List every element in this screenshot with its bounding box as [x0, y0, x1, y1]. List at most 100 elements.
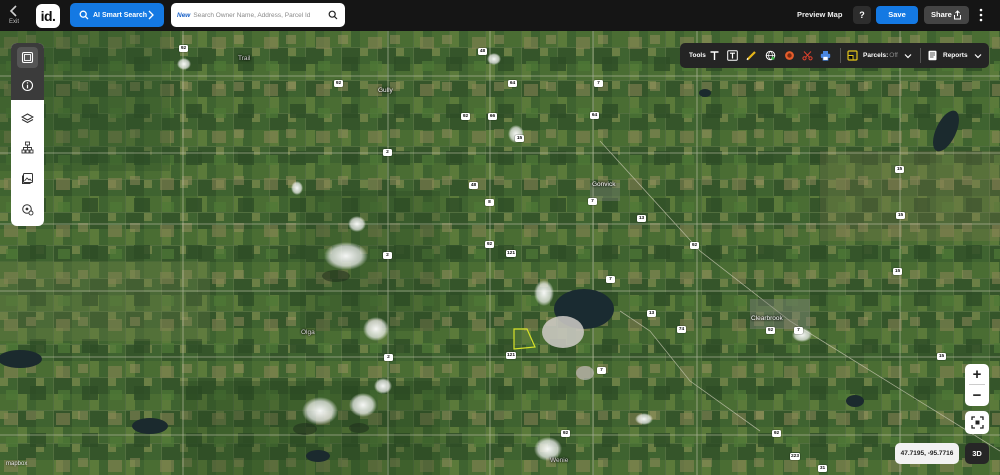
highway-shield: 121	[506, 352, 517, 359]
left-tool-rail	[11, 43, 44, 226]
highway-shield: 15	[896, 212, 905, 219]
search-icon[interactable]	[328, 10, 338, 20]
save-button[interactable]: Save	[876, 6, 918, 24]
scissors-icon	[802, 51, 813, 61]
hierarchy-button[interactable]	[17, 137, 38, 158]
reports-icon	[928, 50, 937, 61]
highway-shield: 2	[383, 149, 392, 156]
image-gallery-icon	[22, 173, 33, 184]
highway-shield: 15	[937, 353, 946, 360]
mapbox-attribution[interactable]: mapbox	[6, 461, 27, 467]
highway-shield: 92	[485, 241, 494, 248]
layers-button[interactable]	[17, 108, 38, 129]
reports-label: Reports	[943, 52, 968, 59]
text-icon	[710, 51, 719, 60]
satellite-map[interactable]: Gully Gonvick Clearbrook Trail Olga Weni…	[0, 31, 1000, 475]
exit-button[interactable]: Exit	[4, 3, 24, 29]
highway-shield: 92	[772, 430, 781, 437]
toolbar-divider	[920, 48, 921, 63]
parcels-toggle[interactable]: Parcels: Off	[847, 43, 912, 68]
text-box-icon	[727, 50, 738, 61]
highway-shield: 2	[383, 252, 392, 259]
place-label: Gonvick	[592, 181, 616, 188]
highway-shield: 92	[690, 242, 699, 249]
highway-shield: 8	[485, 199, 494, 206]
highway-shield: 7	[606, 276, 615, 283]
share-icon	[954, 10, 961, 20]
more-options-icon[interactable]	[977, 7, 985, 23]
highway-shield: 92	[334, 80, 343, 87]
focus-frame-icon	[970, 416, 984, 429]
highway-shield: 92	[179, 45, 188, 52]
new-badge: New	[177, 11, 191, 19]
satellite-imagery	[0, 31, 1000, 475]
reports-menu[interactable]: Reports	[927, 43, 982, 68]
image-gallery-button[interactable]	[17, 168, 38, 189]
cut-tool[interactable]	[802, 43, 813, 68]
ai-smart-search-label: AI Smart Search	[93, 11, 148, 19]
highway-shield: 48	[478, 48, 487, 55]
text-box-tool[interactable]	[727, 43, 738, 68]
place-label: Olga	[301, 329, 315, 336]
globe-measure-icon	[765, 50, 776, 61]
share-button[interactable]: Share	[924, 6, 969, 24]
highway-shield: 31	[818, 465, 827, 472]
layout-button[interactable]	[17, 47, 38, 68]
logo[interactable]: id.	[36, 4, 60, 28]
highway-shield: 15	[515, 135, 524, 142]
zoom-in-button[interactable]: +	[965, 364, 989, 385]
pencil-icon	[746, 51, 756, 61]
chevron-down-icon	[974, 53, 981, 58]
highway-shield: 121	[506, 250, 517, 257]
text-tool[interactable]	[709, 43, 720, 68]
location-settings-button[interactable]	[17, 199, 38, 220]
coordinate-readout: 47.7195, -95.7716	[895, 443, 959, 464]
highway-shield: 92	[561, 430, 570, 437]
help-button[interactable]: ?	[853, 6, 871, 24]
toolbar-divider	[840, 48, 841, 63]
parcels-label: Parcels:	[863, 52, 889, 59]
preview-map-button[interactable]: Preview Map	[797, 10, 842, 19]
layers-icon	[21, 113, 34, 124]
zoom-divider	[969, 384, 985, 385]
chevron-left-icon	[9, 5, 17, 17]
place-label: Trail	[238, 55, 251, 62]
info-icon	[21, 79, 34, 92]
draw-line-tool[interactable]	[746, 43, 757, 68]
info-button[interactable]	[17, 75, 38, 96]
highway-shield: 7	[597, 367, 606, 374]
radius-tool[interactable]	[784, 43, 795, 68]
place-label: Wenie	[550, 457, 569, 464]
zoom-out-button[interactable]: −	[965, 385, 989, 406]
highway-shield: 15	[893, 268, 902, 275]
highway-shield: 92	[766, 327, 775, 334]
place-label: Clearbrook	[751, 315, 783, 322]
highway-shield: 2	[384, 354, 393, 361]
highway-shield: 48	[469, 182, 478, 189]
ai-smart-search-button[interactable]: AI Smart Search	[70, 3, 164, 27]
layout-icon	[21, 51, 34, 64]
tools-label: Tools	[689, 52, 706, 59]
share-label: Share	[931, 10, 952, 19]
highway-shield: 92	[461, 113, 470, 120]
highway-shield: 13	[637, 215, 646, 222]
search-placeholder: Search Owner Name, Address, Parcel Id	[193, 11, 311, 19]
highway-shield: 15	[895, 166, 904, 173]
highway-shield: 74	[677, 326, 686, 333]
search-icon	[79, 10, 89, 20]
parcels-state: Off	[889, 52, 898, 59]
measure-tool[interactable]	[765, 43, 776, 68]
search-input[interactable]: New Search Owner Name, Address, Parcel I…	[171, 3, 345, 27]
exit-label: Exit	[8, 19, 19, 25]
print-tool[interactable]	[820, 43, 831, 68]
top-bar: Exit id. AI Smart Search New Search Owne…	[0, 0, 1000, 31]
highway-shield: 64	[508, 80, 517, 87]
highway-shield: 223	[790, 453, 801, 460]
3d-toggle-button[interactable]: 3D	[965, 443, 989, 464]
radius-circle-icon	[785, 51, 794, 60]
fit-to-view-button[interactable]	[965, 411, 989, 434]
highway-shield: 13	[647, 310, 656, 317]
chevron-right-icon	[148, 10, 154, 20]
location-settings-icon	[22, 204, 34, 216]
print-icon	[820, 51, 831, 61]
